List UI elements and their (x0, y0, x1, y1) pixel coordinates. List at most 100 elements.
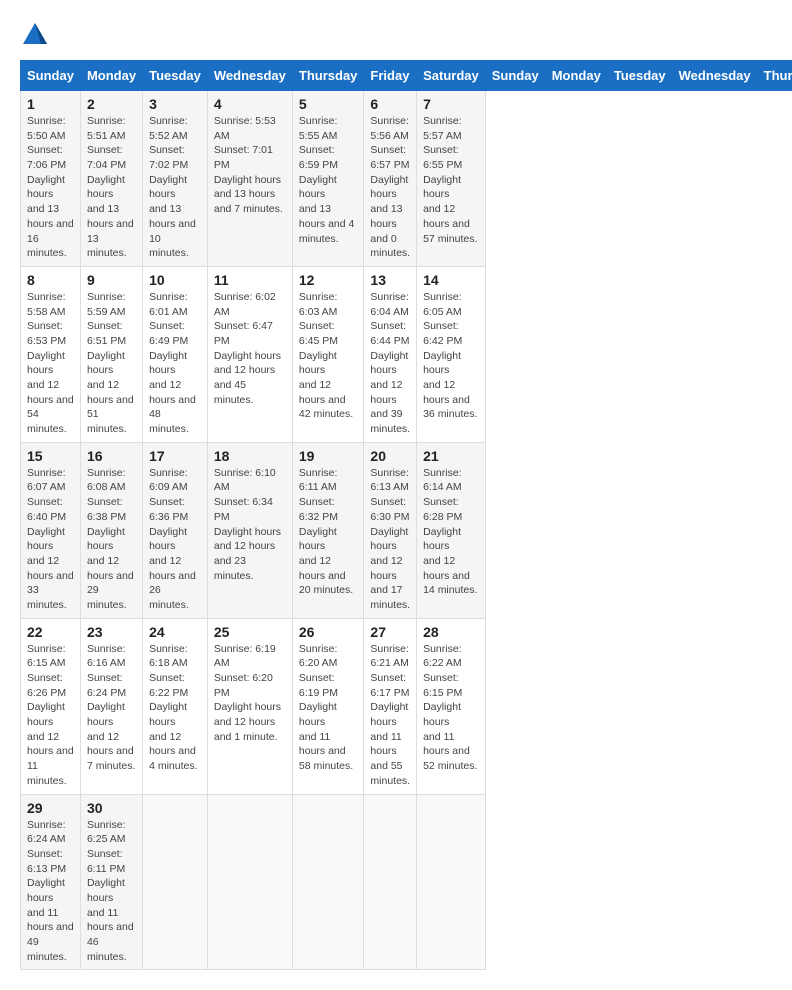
day-number: 12 (299, 272, 358, 288)
day-number: 22 (27, 624, 74, 640)
day-header-friday: Friday (364, 61, 417, 91)
day-info: Sunrise: 5:53 AM Sunset: 7:01 PM Dayligh… (214, 114, 286, 217)
day-header-tuesday: Tuesday (143, 61, 208, 91)
day-header-monday: Monday (545, 61, 607, 91)
day-info: Sunrise: 6:14 AM Sunset: 6:28 PM Dayligh… (423, 466, 479, 598)
calendar-cell: 30 Sunrise: 6:25 AM Sunset: 6:11 PM Dayl… (80, 794, 142, 970)
day-info: Sunrise: 5:59 AM Sunset: 6:51 PM Dayligh… (87, 290, 136, 437)
calendar-cell: 6 Sunrise: 5:56 AM Sunset: 6:57 PM Dayli… (364, 91, 417, 267)
calendar-cell: 27 Sunrise: 6:21 AM Sunset: 6:17 PM Dayl… (364, 618, 417, 794)
calendar-cell: 11 Sunrise: 6:02 AM Sunset: 6:47 PM Dayl… (207, 266, 292, 442)
day-info: Sunrise: 5:56 AM Sunset: 6:57 PM Dayligh… (370, 114, 410, 261)
day-info: Sunrise: 6:16 AM Sunset: 6:24 PM Dayligh… (87, 642, 136, 774)
day-info: Sunrise: 5:55 AM Sunset: 6:59 PM Dayligh… (299, 114, 358, 246)
day-number: 1 (27, 96, 74, 112)
day-header-saturday: Saturday (417, 61, 486, 91)
day-number: 21 (423, 448, 479, 464)
day-info: Sunrise: 6:03 AM Sunset: 6:45 PM Dayligh… (299, 290, 358, 422)
day-number: 2 (87, 96, 136, 112)
calendar-cell: 17 Sunrise: 6:09 AM Sunset: 6:36 PM Dayl… (143, 442, 208, 618)
calendar-cell: 8 Sunrise: 5:58 AM Sunset: 6:53 PM Dayli… (21, 266, 81, 442)
calendar-cell: 9 Sunrise: 5:59 AM Sunset: 6:51 PM Dayli… (80, 266, 142, 442)
calendar-week-row: 1 Sunrise: 5:50 AM Sunset: 7:06 PM Dayli… (21, 91, 792, 267)
day-info: Sunrise: 6:22 AM Sunset: 6:15 PM Dayligh… (423, 642, 479, 774)
calendar-cell: 16 Sunrise: 6:08 AM Sunset: 6:38 PM Dayl… (80, 442, 142, 618)
day-info: Sunrise: 6:21 AM Sunset: 6:17 PM Dayligh… (370, 642, 410, 789)
day-info: Sunrise: 6:24 AM Sunset: 6:13 PM Dayligh… (27, 818, 74, 965)
day-header-sunday: Sunday (485, 61, 545, 91)
day-number: 7 (423, 96, 479, 112)
calendar-cell: 29 Sunrise: 6:24 AM Sunset: 6:13 PM Dayl… (21, 794, 81, 970)
day-number: 14 (423, 272, 479, 288)
day-number: 6 (370, 96, 410, 112)
day-info: Sunrise: 6:09 AM Sunset: 6:36 PM Dayligh… (149, 466, 201, 613)
day-number: 3 (149, 96, 201, 112)
day-number: 27 (370, 624, 410, 640)
day-header-sunday: Sunday (21, 61, 81, 91)
calendar-cell: 24 Sunrise: 6:18 AM Sunset: 6:22 PM Dayl… (143, 618, 208, 794)
calendar-cell: 18 Sunrise: 6:10 AM Sunset: 6:34 PM Dayl… (207, 442, 292, 618)
day-number: 25 (214, 624, 286, 640)
calendar-cell: 14 Sunrise: 6:05 AM Sunset: 6:42 PM Dayl… (417, 266, 486, 442)
day-info: Sunrise: 6:19 AM Sunset: 6:20 PM Dayligh… (214, 642, 286, 745)
calendar-header-row: SundayMondayTuesdayWednesdayThursdayFrid… (21, 61, 792, 91)
day-number: 24 (149, 624, 201, 640)
day-info: Sunrise: 6:18 AM Sunset: 6:22 PM Dayligh… (149, 642, 201, 774)
logo (20, 20, 54, 50)
day-header-monday: Monday (80, 61, 142, 91)
day-info: Sunrise: 6:07 AM Sunset: 6:40 PM Dayligh… (27, 466, 74, 613)
day-info: Sunrise: 6:02 AM Sunset: 6:47 PM Dayligh… (214, 290, 286, 408)
calendar-cell: 2 Sunrise: 5:51 AM Sunset: 7:04 PM Dayli… (80, 91, 142, 267)
calendar-cell: 22 Sunrise: 6:15 AM Sunset: 6:26 PM Dayl… (21, 618, 81, 794)
day-number: 29 (27, 800, 74, 816)
calendar-cell: 7 Sunrise: 5:57 AM Sunset: 6:55 PM Dayli… (417, 91, 486, 267)
day-number: 30 (87, 800, 136, 816)
calendar-cell: 23 Sunrise: 6:16 AM Sunset: 6:24 PM Dayl… (80, 618, 142, 794)
day-info: Sunrise: 6:15 AM Sunset: 6:26 PM Dayligh… (27, 642, 74, 789)
day-info: Sunrise: 5:51 AM Sunset: 7:04 PM Dayligh… (87, 114, 136, 261)
day-number: 18 (214, 448, 286, 464)
calendar-cell: 13 Sunrise: 6:04 AM Sunset: 6:44 PM Dayl… (364, 266, 417, 442)
day-number: 19 (299, 448, 358, 464)
calendar-cell: 1 Sunrise: 5:50 AM Sunset: 7:06 PM Dayli… (21, 91, 81, 267)
day-number: 11 (214, 272, 286, 288)
day-header-wednesday: Wednesday (672, 61, 757, 91)
day-info: Sunrise: 6:10 AM Sunset: 6:34 PM Dayligh… (214, 466, 286, 584)
calendar-week-row: 8 Sunrise: 5:58 AM Sunset: 6:53 PM Dayli… (21, 266, 792, 442)
day-number: 20 (370, 448, 410, 464)
page-header (20, 20, 772, 50)
day-info: Sunrise: 6:11 AM Sunset: 6:32 PM Dayligh… (299, 466, 358, 598)
day-number: 10 (149, 272, 201, 288)
calendar-cell: 10 Sunrise: 6:01 AM Sunset: 6:49 PM Dayl… (143, 266, 208, 442)
calendar-cell: 21 Sunrise: 6:14 AM Sunset: 6:28 PM Dayl… (417, 442, 486, 618)
day-info: Sunrise: 5:57 AM Sunset: 6:55 PM Dayligh… (423, 114, 479, 246)
calendar-cell: 12 Sunrise: 6:03 AM Sunset: 6:45 PM Dayl… (292, 266, 364, 442)
day-info: Sunrise: 6:04 AM Sunset: 6:44 PM Dayligh… (370, 290, 410, 437)
day-info: Sunrise: 6:08 AM Sunset: 6:38 PM Dayligh… (87, 466, 136, 613)
day-header-thursday: Thursday (757, 61, 792, 91)
day-number: 16 (87, 448, 136, 464)
calendar-cell: 5 Sunrise: 5:55 AM Sunset: 6:59 PM Dayli… (292, 91, 364, 267)
calendar-cell: 20 Sunrise: 6:13 AM Sunset: 6:30 PM Dayl… (364, 442, 417, 618)
calendar-cell (364, 794, 417, 970)
calendar-cell: 28 Sunrise: 6:22 AM Sunset: 6:15 PM Dayl… (417, 618, 486, 794)
day-number: 28 (423, 624, 479, 640)
day-number: 15 (27, 448, 74, 464)
calendar-week-row: 15 Sunrise: 6:07 AM Sunset: 6:40 PM Dayl… (21, 442, 792, 618)
day-info: Sunrise: 6:25 AM Sunset: 6:11 PM Dayligh… (87, 818, 136, 965)
day-info: Sunrise: 5:50 AM Sunset: 7:06 PM Dayligh… (27, 114, 74, 261)
calendar-week-row: 22 Sunrise: 6:15 AM Sunset: 6:26 PM Dayl… (21, 618, 792, 794)
calendar-cell (207, 794, 292, 970)
calendar-cell: 25 Sunrise: 6:19 AM Sunset: 6:20 PM Dayl… (207, 618, 292, 794)
day-info: Sunrise: 5:52 AM Sunset: 7:02 PM Dayligh… (149, 114, 201, 261)
calendar-cell: 26 Sunrise: 6:20 AM Sunset: 6:19 PM Dayl… (292, 618, 364, 794)
day-number: 8 (27, 272, 74, 288)
day-header-wednesday: Wednesday (207, 61, 292, 91)
calendar-cell (143, 794, 208, 970)
day-header-thursday: Thursday (292, 61, 364, 91)
day-number: 17 (149, 448, 201, 464)
day-info: Sunrise: 6:20 AM Sunset: 6:19 PM Dayligh… (299, 642, 358, 774)
day-number: 9 (87, 272, 136, 288)
day-header-tuesday: Tuesday (607, 61, 672, 91)
calendar-cell: 15 Sunrise: 6:07 AM Sunset: 6:40 PM Dayl… (21, 442, 81, 618)
